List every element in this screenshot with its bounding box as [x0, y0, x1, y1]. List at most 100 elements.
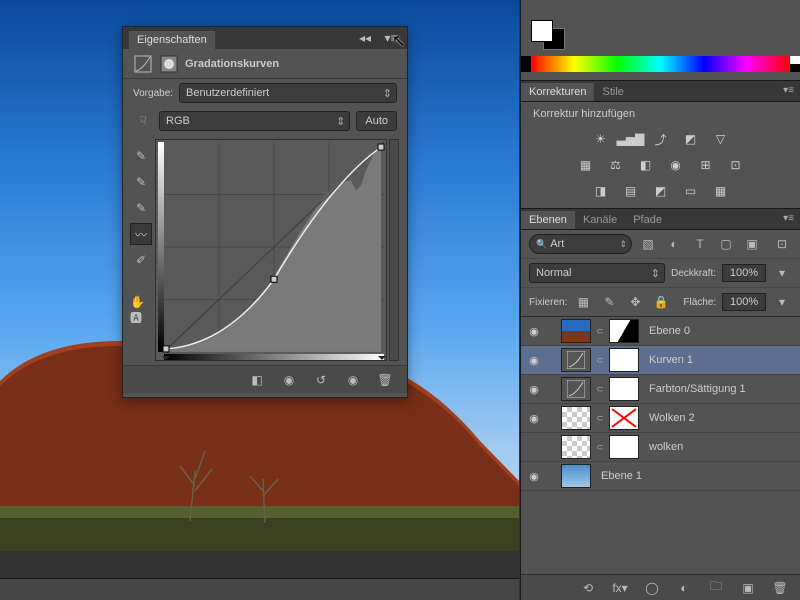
layer-row[interactable]: ◉⊂Kurven 1 — [521, 346, 800, 375]
tab-styles[interactable]: Stile — [594, 83, 631, 101]
corrections-tabbar: Korrekturen Stile ▾≡ — [521, 80, 800, 102]
adj-mixer-icon[interactable]: ⊞ — [696, 156, 716, 174]
adj-vibrance-icon[interactable]: ▽ — [711, 130, 731, 148]
visibility-icon[interactable]: ◉ — [525, 325, 543, 338]
layer-row[interactable]: ◉⊂Ebene 0 — [521, 317, 800, 346]
layers-footer: ⟲ fx▾ ◯ ◐ 🗀 ▣ 🗑 — [521, 574, 800, 600]
layer-name: Farbton/Sättigung 1 — [649, 383, 746, 395]
layer-name: wolken — [649, 441, 683, 453]
view-previous-icon[interactable]: ◉ — [279, 370, 299, 390]
status-bar — [0, 578, 519, 600]
visibility-icon[interactable]: ◉ — [525, 383, 543, 396]
preset-label: Vorgabe: — [133, 88, 173, 99]
link-layers-icon[interactable]: ⟲ — [578, 578, 598, 598]
mask-icon — [159, 54, 179, 74]
lock-paint-icon[interactable]: ✎ — [599, 292, 619, 312]
adj-gradmap-icon[interactable]: ▭ — [681, 182, 701, 200]
lock-trans-icon[interactable]: ▦ — [573, 292, 593, 312]
foreground-color[interactable] — [531, 20, 553, 42]
visibility-icon[interactable]: ◉ — [525, 470, 543, 483]
visibility-icon[interactable]: ◉ — [525, 412, 543, 425]
layer-name: Wolken 2 — [649, 412, 695, 424]
panel-menu-icon[interactable]: ▾≡ — [783, 85, 794, 96]
curve-smooth-icon[interactable]: 〰 — [130, 223, 152, 245]
adj-threshold-icon[interactable]: ◩ — [651, 182, 671, 200]
opacity-dropdown-icon[interactable]: ▾ — [772, 263, 792, 283]
scrollbar[interactable] — [389, 139, 399, 361]
blend-mode-select[interactable]: Normal — [529, 263, 665, 283]
layers-list: ◉⊂Ebene 0◉⊂Kurven 1◉⊂Farbton/Sättigung 1… — [521, 316, 800, 491]
reset-icon[interactable]: ↺ — [311, 370, 331, 390]
filter-type-icon[interactable]: T — [690, 234, 710, 254]
add-mask-icon[interactable]: ◯ — [642, 578, 662, 598]
adj-invert-icon[interactable]: ◨ — [591, 182, 611, 200]
collapse-icon[interactable]: ◂◂ — [355, 28, 375, 48]
eyedropper-black-icon[interactable]: ✎ — [130, 145, 152, 167]
curves-graph[interactable] — [155, 139, 387, 361]
adj-balance-icon[interactable]: ⚖ — [606, 156, 626, 174]
lock-move-icon[interactable]: ✥ — [625, 292, 645, 312]
lock-all-icon[interactable]: 🔒 — [651, 292, 671, 312]
fill-dropdown-icon[interactable]: ▾ — [772, 292, 792, 312]
fx-icon[interactable]: fx▾ — [610, 578, 630, 598]
filter-shape-icon[interactable]: ▢ — [716, 234, 736, 254]
panel-menu-icon[interactable]: ▾≡ — [783, 213, 794, 224]
filter-smart-icon[interactable]: ▣ — [742, 234, 762, 254]
corrections-title: Korrektur hinzufügen — [521, 102, 800, 126]
layer-name: Kurven 1 — [649, 354, 693, 366]
adj-curves-icon[interactable]: ⤴ — [651, 130, 671, 148]
input-hand-icon[interactable]: ✋🅰 — [130, 299, 152, 321]
layer-name: Ebene 0 — [649, 325, 690, 337]
tab-properties[interactable]: Eigenschaften — [129, 31, 215, 49]
curves-adj-icon — [133, 54, 153, 74]
channel-select[interactable]: RGB — [159, 111, 350, 131]
lock-label: Fixieren: — [529, 297, 567, 308]
delete-icon[interactable]: 🗑 — [375, 370, 395, 390]
curve-pencil-icon[interactable]: ✐ — [130, 249, 152, 271]
right-panel-column: Korrekturen Stile ▾≡ Korrektur hinzufüge… — [520, 0, 800, 600]
layer-name: Ebene 1 — [601, 470, 642, 482]
eyedropper-gray-icon[interactable]: ✎ — [130, 171, 152, 193]
color-spectrum[interactable] — [531, 56, 790, 72]
eyedropper-white-icon[interactable]: ✎ — [130, 197, 152, 219]
layer-row[interactable]: ◉⊂Farbton/Sättigung 1 — [521, 375, 800, 404]
tab-layers[interactable]: Ebenen — [521, 211, 575, 229]
new-adj-icon[interactable]: ◐ — [674, 578, 694, 598]
filter-toggle-icon[interactable]: ⊡ — [772, 234, 792, 254]
fill-input[interactable]: 100% — [722, 293, 766, 311]
adj-brightness-icon[interactable]: ☀ — [591, 130, 611, 148]
adj-selective-icon[interactable]: ▦ — [711, 182, 731, 200]
tab-channels[interactable]: Kanäle — [575, 211, 625, 229]
adj-bw-icon[interactable]: ◧ — [636, 156, 656, 174]
toggle-visibility-icon[interactable]: ◉ — [343, 370, 363, 390]
new-layer-icon[interactable]: ▣ — [738, 578, 758, 598]
properties-panel: Eigenschaften ◂◂ ▾≡ Gradationskurven Vor… — [122, 26, 408, 398]
layer-row[interactable]: ⊂wolken — [521, 433, 800, 462]
adj-photofilter-icon[interactable]: ◉ — [666, 156, 686, 174]
filter-adj-icon[interactable]: ◐ — [664, 234, 684, 254]
preset-select[interactable]: Benutzerdefiniert — [179, 83, 397, 103]
tab-corrections[interactable]: Korrekturen — [521, 83, 594, 101]
clip-to-layer-icon[interactable]: ◧ — [247, 370, 267, 390]
adj-exposure-icon[interactable]: ◩ — [681, 130, 701, 148]
delete-layer-icon[interactable]: 🗑 — [770, 578, 790, 598]
adj-posterize-icon[interactable]: ▤ — [621, 182, 641, 200]
tab-paths[interactable]: Pfade — [625, 211, 670, 229]
layers-tabbar: Ebenen Kanäle Pfade ▾≡ — [521, 208, 800, 230]
fill-label: Fläche: — [683, 297, 716, 308]
visibility-icon[interactable]: ◉ — [525, 354, 543, 367]
opacity-label: Deckkraft: — [671, 268, 716, 279]
auto-button[interactable]: Auto — [356, 111, 397, 131]
filter-pixel-icon[interactable]: ▧ — [638, 234, 658, 254]
adj-lookup-icon[interactable]: ⊡ — [726, 156, 746, 174]
panel-menu-icon[interactable]: ▾≡ — [381, 28, 401, 48]
adj-levels-icon[interactable]: ▃▅▇ — [621, 130, 641, 148]
adj-hue-icon[interactable]: ▦ — [576, 156, 596, 174]
target-adjust-icon[interactable]: ☟ — [133, 111, 153, 131]
properties-title: Gradationskurven — [185, 58, 279, 70]
opacity-input[interactable]: 100% — [722, 264, 766, 282]
layer-filter-select[interactable]: Art — [529, 234, 632, 254]
new-group-icon[interactable]: 🗀 — [706, 578, 726, 598]
layer-row[interactable]: ◉⊂Wolken 2 — [521, 404, 800, 433]
layer-row[interactable]: ◉ Ebene 1 — [521, 462, 800, 491]
